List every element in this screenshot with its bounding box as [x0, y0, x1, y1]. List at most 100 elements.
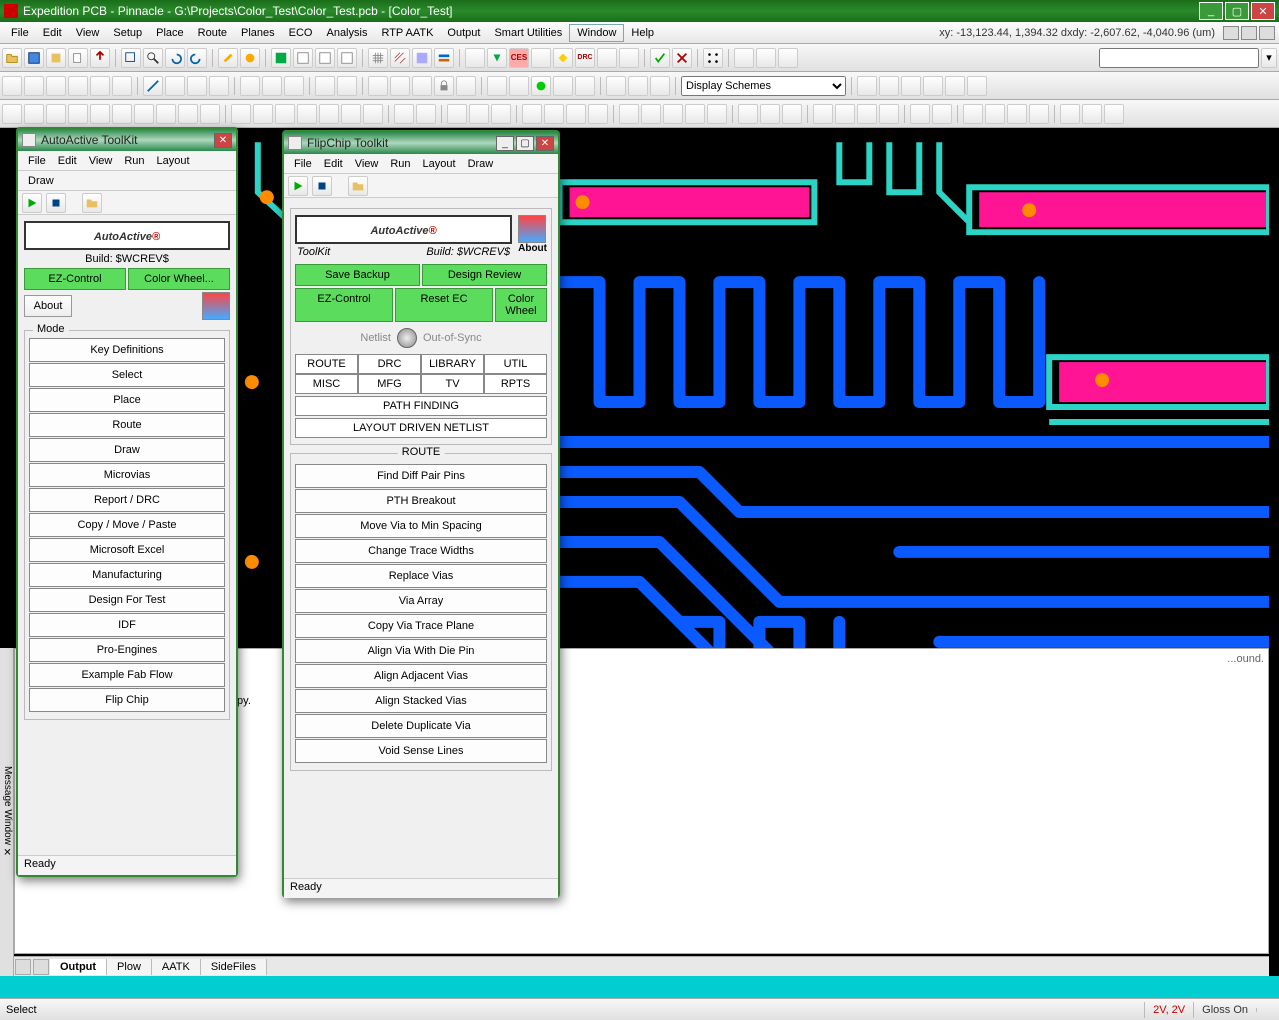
tb2-c-icon[interactable] — [46, 76, 66, 96]
fc-menu-edit[interactable]: Edit — [318, 156, 349, 172]
fc-menu-run[interactable]: Run — [384, 156, 416, 172]
tb3-33-icon[interactable] — [760, 104, 780, 124]
fc-play-icon[interactable] — [288, 176, 308, 196]
report-icon[interactable] — [734, 48, 754, 68]
via-c-icon[interactable] — [531, 76, 551, 96]
msg-tab-output[interactable]: Output — [50, 959, 107, 975]
fc-tab-util[interactable]: UTIL — [484, 354, 547, 374]
tb3-26-icon[interactable] — [588, 104, 608, 124]
tool-d-icon[interactable] — [553, 48, 573, 68]
menu-help[interactable]: Help — [624, 25, 661, 41]
aa-mode-place[interactable]: Place — [29, 388, 225, 412]
tb3-8-icon[interactable] — [156, 104, 176, 124]
fc-layout-netlist-button[interactable]: LAYOUT DRIVEN NETLIST — [295, 418, 547, 438]
fc-tab-mfg[interactable]: MFG — [358, 374, 421, 394]
aa-mode-key-definitions[interactable]: Key Definitions — [29, 338, 225, 362]
fc-ez-control-button[interactable]: EZ-Control — [295, 288, 393, 322]
route-e-icon[interactable] — [240, 76, 260, 96]
aa-mode-idf[interactable]: IDF — [29, 613, 225, 637]
tb2-a-icon[interactable] — [2, 76, 22, 96]
fc-tab-route[interactable]: ROUTE — [295, 354, 358, 374]
via-e-icon[interactable] — [575, 76, 595, 96]
place-c-icon[interactable] — [368, 76, 388, 96]
aa-mode-dft[interactable]: Design For Test — [29, 588, 225, 612]
flipchip-window[interactable]: FlipChip Toolkit _ ▢ ✕ File Edit View Ru… — [282, 130, 560, 898]
ces-icon[interactable]: CES — [509, 48, 529, 68]
msg-tab-plow[interactable]: Plow — [107, 959, 152, 975]
unlock-icon[interactable] — [456, 76, 476, 96]
tb3-4-icon[interactable] — [68, 104, 88, 124]
menu-view[interactable]: View — [69, 25, 107, 41]
net-a-icon[interactable] — [606, 76, 626, 96]
fc-route-replace-vias[interactable]: Replace Vias — [295, 564, 547, 588]
route-d-icon[interactable] — [209, 76, 229, 96]
array-icon[interactable] — [703, 48, 723, 68]
tb3-7-icon[interactable] — [134, 104, 154, 124]
fc-route-change-trace[interactable]: Change Trace Widths — [295, 539, 547, 563]
grid-icon[interactable] — [368, 48, 388, 68]
tool-c-icon[interactable] — [531, 48, 551, 68]
tb3-18-icon[interactable] — [394, 104, 414, 124]
tb3-12-icon[interactable] — [253, 104, 273, 124]
fc-save-backup-button[interactable]: Save Backup — [295, 264, 420, 286]
redo-icon[interactable] — [187, 48, 207, 68]
aa-layers-icon[interactable] — [202, 292, 230, 320]
fc-menu-layout[interactable]: Layout — [417, 156, 462, 172]
tb3-42-icon[interactable] — [985, 104, 1005, 124]
tb3-44-icon[interactable] — [1029, 104, 1049, 124]
tb3-29-icon[interactable] — [663, 104, 683, 124]
aa-mode-microvias[interactable]: Microvias — [29, 463, 225, 487]
via-a-icon[interactable] — [487, 76, 507, 96]
fc-menu-draw[interactable]: Draw — [462, 156, 500, 172]
menu-rtp[interactable]: RTP AATK — [374, 25, 440, 41]
tb3-21-icon[interactable] — [469, 104, 489, 124]
fc-route-delete-dup[interactable]: Delete Duplicate Via — [295, 714, 547, 738]
check-icon[interactable] — [650, 48, 670, 68]
minimize-button[interactable]: _ — [1199, 2, 1223, 20]
layer2-icon[interactable] — [293, 48, 313, 68]
scheme-c-icon[interactable] — [901, 76, 921, 96]
msg-tab-prev-icon[interactable] — [33, 959, 49, 975]
aa-menu-file[interactable]: File — [22, 153, 52, 169]
tb3-47-icon[interactable] — [1104, 104, 1124, 124]
aa-folder-icon[interactable] — [82, 193, 102, 213]
tb3-41-icon[interactable] — [963, 104, 983, 124]
tb3-27-icon[interactable] — [619, 104, 639, 124]
menu-file[interactable]: File — [4, 25, 36, 41]
aa-mode-pro-engines[interactable]: Pro-Engines — [29, 638, 225, 662]
tb3-31-icon[interactable] — [707, 104, 727, 124]
tb3-36-icon[interactable] — [835, 104, 855, 124]
layer3-icon[interactable] — [315, 48, 335, 68]
fc-about-icon[interactable] — [518, 215, 546, 243]
tb3-3-icon[interactable] — [46, 104, 66, 124]
aa-about-button[interactable]: About — [24, 295, 72, 317]
aa-color-wheel-button[interactable]: Color Wheel... — [128, 268, 230, 290]
menu-setup[interactable]: Setup — [106, 25, 149, 41]
tool-a-icon[interactable] — [465, 48, 485, 68]
fc-route-void-sense[interactable]: Void Sense Lines — [295, 739, 547, 763]
fc-folder-icon[interactable] — [348, 176, 368, 196]
tb3-45-icon[interactable] — [1060, 104, 1080, 124]
tb3-38-icon[interactable] — [879, 104, 899, 124]
fc-stop-icon[interactable] — [312, 176, 332, 196]
command-dropdown-icon[interactable]: ▾ — [1261, 48, 1277, 68]
tb2-e-icon[interactable] — [90, 76, 110, 96]
menu-eco[interactable]: ECO — [282, 25, 320, 41]
display-schemes-select[interactable]: Display Schemes — [681, 76, 846, 96]
save-icon[interactable] — [24, 48, 44, 68]
fc-path-finding-button[interactable]: PATH FINDING — [295, 396, 547, 416]
fc-route-pth-breakout[interactable]: PTH Breakout — [295, 489, 547, 513]
tb3-19-icon[interactable] — [416, 104, 436, 124]
route-c-icon[interactable] — [187, 76, 207, 96]
menu-smart-util[interactable]: Smart Utilities — [487, 25, 569, 41]
fc-tab-tv[interactable]: TV — [421, 374, 484, 394]
layer1-icon[interactable] — [271, 48, 291, 68]
aa-mode-copy-move-paste[interactable]: Copy / Move / Paste — [29, 513, 225, 537]
fc-close-button[interactable]: ✕ — [536, 136, 554, 151]
fc-route-via-array[interactable]: Via Array — [295, 589, 547, 613]
fc-menu-view[interactable]: View — [349, 156, 385, 172]
scheme-f-icon[interactable] — [967, 76, 987, 96]
place-e-icon[interactable] — [412, 76, 432, 96]
tool-b-icon[interactable] — [487, 48, 507, 68]
menu-planes[interactable]: Planes — [234, 25, 282, 41]
